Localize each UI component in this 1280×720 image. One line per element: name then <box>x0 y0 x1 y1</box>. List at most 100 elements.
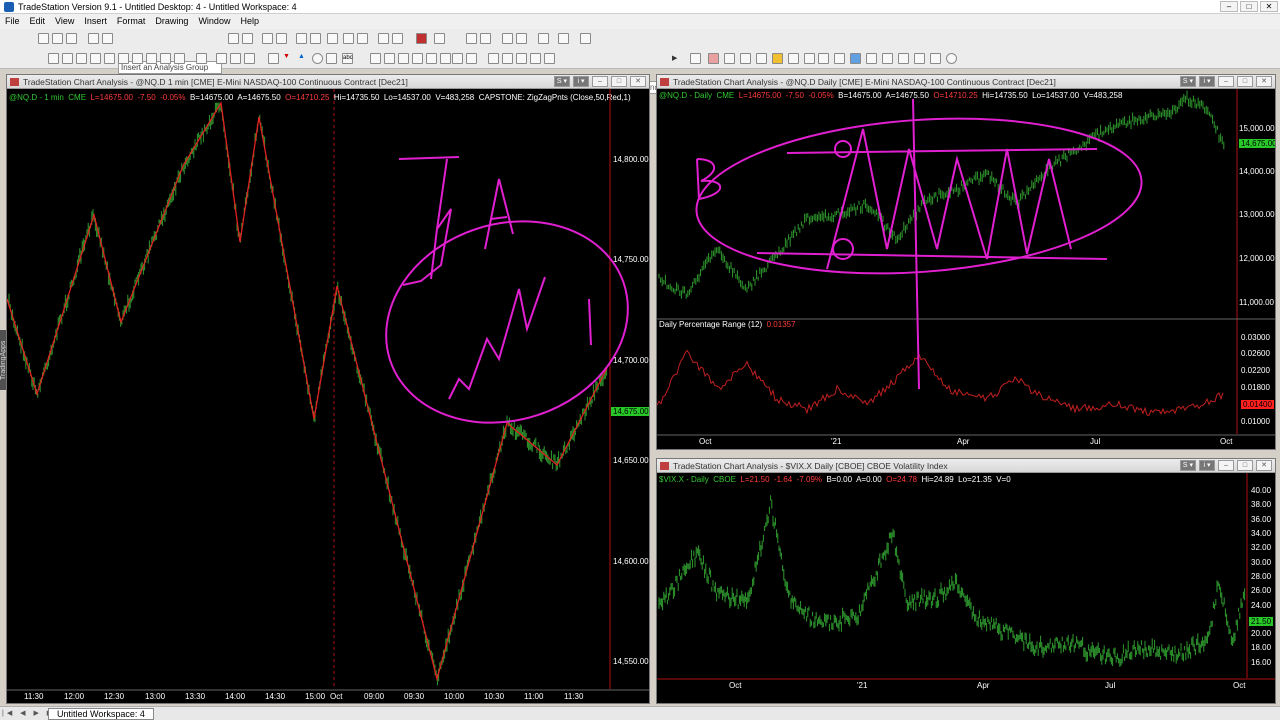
print-preview-icon[interactable] <box>466 53 477 64</box>
menu-file[interactable]: File <box>0 14 25 29</box>
panel-maximize-button[interactable]: □ <box>611 76 627 87</box>
panel-maximize-button[interactable]: □ <box>1237 460 1253 471</box>
trend-angle-icon[interactable] <box>216 53 227 64</box>
panel-minimize-button[interactable]: – <box>1218 76 1234 87</box>
arc-icon[interactable] <box>230 53 241 64</box>
save-all-icon[interactable] <box>412 53 423 64</box>
settings-icon[interactable] <box>580 33 591 44</box>
regression-icon[interactable] <box>174 53 185 64</box>
s-link-button[interactable]: S ▾ <box>1180 460 1196 471</box>
globe-icon[interactable] <box>946 53 957 64</box>
alert-icon[interactable] <box>772 53 783 64</box>
page-icon[interactable] <box>276 33 287 44</box>
gann-icon[interactable] <box>118 53 129 64</box>
panel-close-button[interactable]: ✕ <box>630 76 646 87</box>
history-icon[interactable] <box>690 53 701 64</box>
menu-format[interactable]: Format <box>112 14 151 29</box>
menu-edit[interactable]: Edit <box>25 14 51 29</box>
radar-icon[interactable] <box>708 53 719 64</box>
arrow-up-icon[interactable] <box>244 53 255 64</box>
tab-untitled-workspace[interactable]: Untitled Workspace: 4 <box>48 708 154 720</box>
crosshair-icon[interactable] <box>516 33 527 44</box>
maximize-button[interactable]: □ <box>1240 1 1258 12</box>
copy-icon[interactable] <box>440 53 451 64</box>
tools-icon[interactable] <box>538 33 549 44</box>
color-bar-icon[interactable] <box>416 33 427 44</box>
quote-icon[interactable] <box>914 53 925 64</box>
panel-minimize-button[interactable]: – <box>592 76 608 87</box>
curve-icon[interactable] <box>268 53 279 64</box>
rectangle-icon[interactable] <box>326 53 337 64</box>
scanner-icon[interactable] <box>724 53 735 64</box>
positions-icon[interactable] <box>818 53 829 64</box>
refresh-icon[interactable] <box>558 33 569 44</box>
layout-icon[interactable] <box>488 53 499 64</box>
nq-1min-plot[interactable] <box>7 89 649 703</box>
i-link-button[interactable]: i ▾ <box>573 76 589 87</box>
cut-icon[interactable] <box>426 53 437 64</box>
news-icon[interactable] <box>788 53 799 64</box>
panel-maximize-button[interactable]: □ <box>1237 76 1253 87</box>
s-link-button[interactable]: S ▾ <box>554 76 570 87</box>
trendline-icon[interactable] <box>48 53 59 64</box>
market-depth-icon[interactable] <box>882 53 893 64</box>
account-icon[interactable] <box>930 53 941 64</box>
indicator-icon[interactable] <box>296 33 307 44</box>
compress-icon[interactable] <box>392 33 403 44</box>
pointer-icon[interactable] <box>502 33 513 44</box>
orders-icon[interactable] <box>804 53 815 64</box>
text-icon[interactable]: abc <box>342 53 353 64</box>
fib-icon[interactable] <box>104 53 115 64</box>
pitchfork-icon[interactable] <box>132 53 143 64</box>
chart-grid-icon[interactable] <box>434 33 445 44</box>
menu-view[interactable]: View <box>50 14 79 29</box>
speedline-icon[interactable] <box>160 53 171 64</box>
analysis-icon[interactable] <box>102 33 113 44</box>
vline-icon[interactable] <box>76 53 87 64</box>
portfolio-icon[interactable] <box>756 53 767 64</box>
zoom-out-icon[interactable] <box>480 33 491 44</box>
bar-style-icon[interactable] <box>343 33 354 44</box>
options-icon[interactable] <box>834 53 845 64</box>
down-arrow-icon[interactable]: ▼ <box>283 53 290 60</box>
new-doc-icon[interactable] <box>370 53 381 64</box>
tile-icon[interactable] <box>502 53 513 64</box>
open-icon[interactable] <box>384 53 395 64</box>
strategy-icon[interactable] <box>310 33 321 44</box>
hline-icon[interactable] <box>62 53 73 64</box>
nq-daily-plot[interactable] <box>657 89 1275 449</box>
menu-drawing[interactable]: Drawing <box>150 14 193 29</box>
cascade-icon[interactable] <box>516 53 527 64</box>
matrix-icon[interactable] <box>740 53 751 64</box>
go-arrow-icon[interactable]: ▶ <box>672 54 677 62</box>
hot-lists-icon[interactable] <box>850 53 861 64</box>
new-grid-icon[interactable] <box>52 33 63 44</box>
cycle-icon[interactable] <box>146 53 157 64</box>
menu-insert[interactable]: Insert <box>79 14 112 29</box>
vix-daily-plot[interactable] <box>657 473 1275 703</box>
panel-close-button[interactable]: ✕ <box>1256 76 1272 87</box>
i-link-button[interactable]: i ▾ <box>1199 76 1215 87</box>
format-icon[interactable] <box>242 33 253 44</box>
calendar-icon[interactable] <box>327 33 338 44</box>
time-sales-icon[interactable] <box>898 53 909 64</box>
zoom-in-icon[interactable] <box>466 33 477 44</box>
up-arrow-icon[interactable]: ▲ <box>298 53 305 60</box>
grid-format-icon[interactable] <box>228 33 239 44</box>
panel-minimize-button[interactable]: – <box>1218 460 1234 471</box>
workspace-icon[interactable] <box>544 53 555 64</box>
new-chart-icon[interactable] <box>38 33 49 44</box>
panel-close-button[interactable]: ✕ <box>1256 460 1272 471</box>
menu-help[interactable]: Help <box>235 14 264 29</box>
ellipse-icon[interactable] <box>312 53 323 64</box>
expand-icon[interactable] <box>378 33 389 44</box>
channel-icon[interactable] <box>90 53 101 64</box>
save-icon[interactable] <box>398 53 409 64</box>
research-icon[interactable] <box>866 53 877 64</box>
close-button[interactable]: ✕ <box>1260 1 1278 12</box>
minimize-button[interactable]: – <box>1220 1 1238 12</box>
window-icon[interactable] <box>262 33 273 44</box>
print-icon[interactable] <box>452 53 463 64</box>
i-link-button[interactable]: i ▾ <box>1199 460 1215 471</box>
new-matrix-icon[interactable] <box>66 33 77 44</box>
